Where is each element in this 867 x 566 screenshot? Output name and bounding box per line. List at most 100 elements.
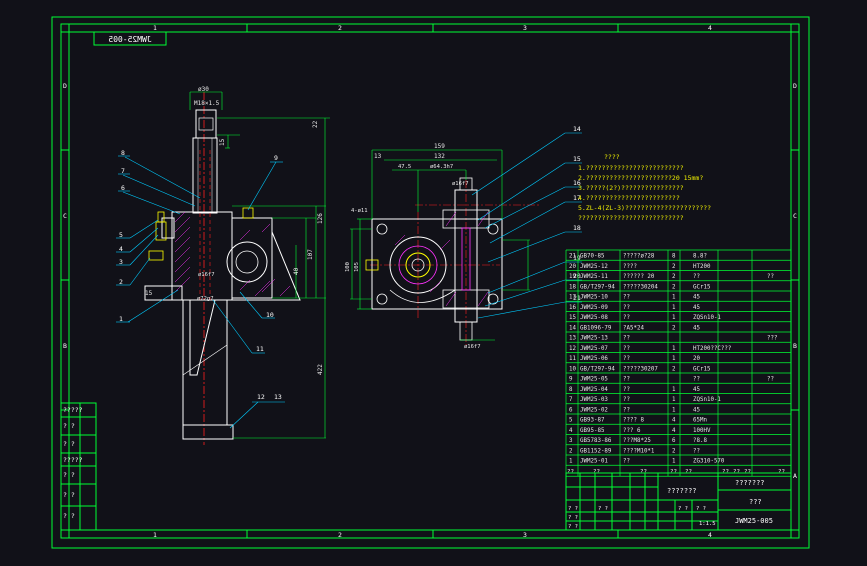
- bom-row-no: 9: [569, 377, 573, 383]
- bom-row-no: 19: [569, 274, 576, 280]
- bom-row-no: 13: [569, 336, 576, 342]
- balloon-10: 10: [266, 311, 274, 319]
- dim-15b: 15: [145, 290, 153, 297]
- bom-row-material: 20: [693, 356, 700, 362]
- drawing-number: JWM25-005: [735, 517, 773, 525]
- bom-row-qty: 2: [672, 264, 676, 270]
- tb-small-0: ? ?: [568, 506, 578, 512]
- drawing-number-mirrored: JWM25-005: [108, 35, 152, 44]
- bom-row-name: ??: [623, 459, 630, 465]
- dim-159: 159: [434, 143, 445, 150]
- bom-row-name: ??: [623, 397, 630, 403]
- bom-row-qty: 1: [672, 407, 676, 413]
- zone-row-d-left: D: [63, 82, 67, 90]
- bom-row-material: ?8.8: [693, 438, 707, 444]
- bom-row-qty: 2: [672, 274, 676, 280]
- bom-row-material: HT200: [693, 264, 711, 270]
- bom-row-qty: 2: [672, 325, 676, 331]
- balloon-2: 2: [119, 278, 123, 286]
- zone-row-d-right: D: [793, 82, 797, 90]
- zone-row-b-left: B: [63, 342, 67, 350]
- bom-row-code: GB93-87: [580, 418, 605, 424]
- bom-row-qty: 1: [672, 346, 676, 352]
- bom-row-code: JWM25-01: [580, 459, 608, 465]
- bom-row-name: ??: [623, 407, 630, 413]
- bom-header-remark: ??: [778, 469, 785, 475]
- bom-row-name: ????: [623, 264, 637, 270]
- zone-col-2-top: 2: [338, 24, 342, 32]
- tb-small-3: ? ?: [598, 506, 608, 512]
- balloon-5: 5: [119, 231, 123, 239]
- balloon-7: 7: [121, 167, 125, 175]
- drawing-frame: [51, 16, 810, 549]
- dim-13: 13: [374, 153, 382, 160]
- dim-475: 47.5: [398, 164, 411, 170]
- left-stamp-4: ? ?: [63, 471, 75, 479]
- bom-row-material: ZQSn10-1: [693, 397, 721, 403]
- zone-col-1-top: 1: [153, 24, 157, 32]
- bom-row-qty: 2: [672, 366, 676, 372]
- dim-16f7-bottom: ø16f7: [464, 344, 481, 350]
- bom-row-remark: ??: [767, 274, 774, 280]
- bom-row-code: GB/T297-94: [580, 284, 615, 290]
- bom-header-name: ??: [640, 469, 647, 475]
- bom-row-material: 45: [693, 387, 700, 393]
- bom-row-remark: ??: [767, 377, 774, 383]
- bom-row-code: JWM25-02: [580, 407, 608, 413]
- bom-row-qty: 2: [672, 448, 676, 454]
- balloon-4: 4: [119, 245, 123, 253]
- balloon-12: 12: [257, 393, 265, 401]
- zone-col-3-top: 3: [523, 24, 527, 32]
- bom-row-remark: ???: [767, 336, 777, 342]
- zone-col-4-bottom: 4: [708, 531, 712, 539]
- dim-40: 40: [293, 267, 300, 275]
- balloon-9: 9: [274, 154, 278, 162]
- zone-row-a-right: A: [793, 472, 797, 480]
- bom-row-material: ZG310-570: [693, 459, 725, 465]
- dim-15: 15: [219, 138, 226, 146]
- dim-hole: 4-ø11: [351, 208, 368, 214]
- left-stamp-0: ?????: [63, 406, 83, 414]
- zone-col-3-bottom: 3: [523, 531, 527, 539]
- bom-row-code: JWM25-10: [580, 295, 608, 301]
- dim-22: 22: [312, 120, 319, 128]
- title-cn: ???????: [667, 487, 697, 495]
- bom-row-qty: 1: [672, 315, 676, 321]
- balloon-11: 11: [256, 345, 264, 353]
- bom-row-code: JWM25-06: [580, 356, 608, 362]
- dim-422: 422: [317, 364, 324, 375]
- bom-row-qty: 1: [672, 356, 676, 362]
- bom-row-qty: 1: [672, 305, 676, 311]
- balloon-3: 3: [119, 258, 123, 266]
- bom-row-no: 1: [569, 459, 573, 465]
- balloon-18: 18: [573, 224, 581, 232]
- bom-row-code: JWM25-12: [580, 264, 608, 270]
- bom-row-code: JWM25-08: [580, 315, 608, 321]
- bom-row-material: HT200??C???: [693, 346, 731, 352]
- bom-row-name: ??: [623, 356, 630, 362]
- bom-row-material: GCr15: [693, 284, 711, 290]
- dim-16f7-top: ø16f7: [452, 181, 469, 187]
- bom-row-code: JWM25-04: [580, 387, 608, 393]
- bom-row-code: GB5783-86: [580, 438, 612, 444]
- notes-line-4: 4.????????????????????????: [578, 194, 680, 202]
- title-heading: ???????: [735, 479, 765, 487]
- bom-row-code: GB/T297-94: [580, 366, 615, 372]
- bom-header-material: ??: [685, 469, 692, 475]
- front-view-leaders: [116, 155, 285, 429]
- bom-row-no: 10: [569, 366, 576, 372]
- bom-row-qty: 2: [672, 284, 676, 290]
- bom-row-qty: 1: [672, 459, 676, 465]
- tb-small-5: ? ?: [696, 506, 706, 512]
- bom-row-code: JWM25-05: [580, 377, 608, 383]
- bom-row-material: 100HV: [693, 428, 711, 434]
- bom-row-name: ??: [623, 346, 630, 352]
- notes-line-2: 2.??????????????????????20 15mm?: [578, 174, 703, 182]
- tb-small-1: ? ?: [568, 515, 578, 521]
- zone-row-b-right: B: [793, 342, 797, 350]
- zone-row-c-left: C: [63, 212, 67, 220]
- bom-row-code: JWM25-07: [580, 346, 608, 352]
- bom-row-name: ?A5*24: [623, 325, 644, 331]
- bom-row-name: ????M10*1: [623, 448, 655, 454]
- bom-row-code: JWM25-13: [580, 336, 608, 342]
